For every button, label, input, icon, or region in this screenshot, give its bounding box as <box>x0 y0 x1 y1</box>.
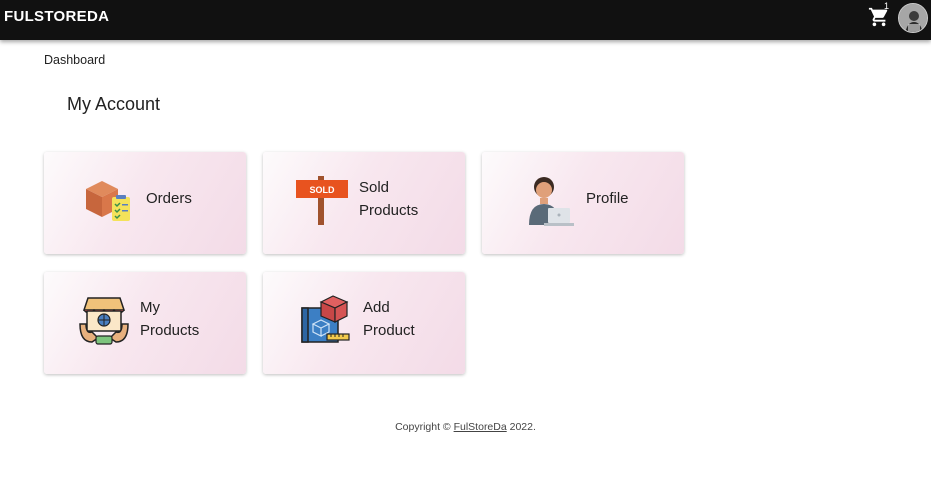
brand-logo[interactable]: FULSTOREDA <box>4 8 109 25</box>
cart-count-badge: 1 <box>884 1 890 11</box>
app-bar: FULSTOREDA 1 <box>0 0 931 40</box>
sold-products-card[interactable]: SOLD Sold Products <box>263 152 465 254</box>
footer-copyright: Copyright © FulStoreDa 2022. <box>0 421 931 433</box>
breadcrumb[interactable]: Dashboard <box>44 53 105 67</box>
sold-products-label: Sold Products <box>359 179 419 219</box>
my-products-card[interactable]: My Products <box>44 272 246 374</box>
add-product-card[interactable]: Add Product <box>263 272 465 374</box>
storefront-icon <box>79 297 129 345</box>
profile-label: Profile <box>586 190 629 207</box>
svg-text:SOLD: SOLD <box>309 185 335 195</box>
package-blueprint-icon <box>301 295 350 343</box>
box-checklist-icon <box>86 181 130 221</box>
avatar[interactable] <box>898 3 928 33</box>
sold-sign-icon: SOLD <box>296 176 348 225</box>
user-avatar-icon <box>899 4 927 32</box>
copyright-year: 2022. <box>509 421 536 433</box>
footer-brand-link[interactable]: FulStoreDa <box>454 421 507 433</box>
person-laptop-icon <box>529 177 574 226</box>
orders-label: Orders <box>146 190 192 207</box>
page-title: My Account <box>67 94 161 114</box>
orders-card[interactable]: Orders <box>44 152 246 254</box>
copyright-prefix: Copyright © <box>395 421 451 433</box>
profile-card[interactable]: Profile <box>482 152 684 254</box>
add-product-label: Add Product <box>363 299 415 339</box>
my-products-label: My Products <box>140 299 200 339</box>
